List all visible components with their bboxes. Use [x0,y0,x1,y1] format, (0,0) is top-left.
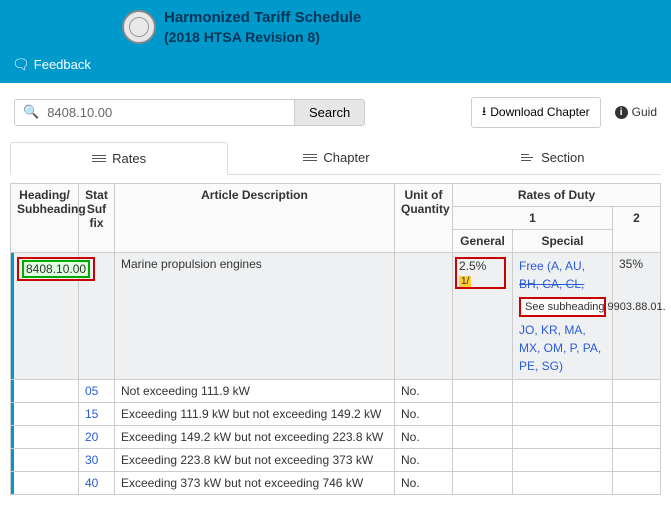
th-rates-group: Rates of Duty [452,183,660,206]
cell-description: Exceeding 149.2 kW but not exceeding 223… [115,425,395,448]
table-row: 40 Exceeding 373 kW but not exceeding 74… [11,471,661,494]
page-title: Harmonized Tariff Schedule (2018 HTSA Re… [164,8,361,46]
cell-general [452,379,512,402]
guide-link[interactable]: i Guid [615,105,657,119]
cell-heading [11,425,79,448]
table-row: 15 Exceeding 111.9 kW but not exceeding … [11,402,661,425]
th-description: Article Description [115,183,395,252]
table-row-main: 8408.10.00 Marine propulsion engines 2.5… [11,252,661,379]
download-icon: ⭳ [482,102,486,123]
cell-description: Not exceeding 111.9 kW [115,379,395,402]
cell-col2 [612,379,660,402]
list-icon [92,155,106,162]
cell-suffix: 30 [79,448,115,471]
search-group: 🔍 Search [14,99,365,126]
speech-bubble-icon: 🗨 [12,56,30,73]
table-header-row-1: Heading/ Subheading Stat Suf fix Article… [11,183,661,206]
tab-rates[interactable]: Rates [10,142,228,175]
cell-suffix: 20 [79,425,115,448]
page-header: Harmonized Tariff Schedule (2018 HTSA Re… [0,0,671,83]
special-text: PE, SG) [519,357,606,375]
cell-suffix: 05 [79,379,115,402]
cell-unit: No. [394,402,452,425]
cell-description: Exceeding 111.9 kW but not exceeding 149… [115,402,395,425]
table-row: 05 Not exceeding 111.9 kW No. [11,379,661,402]
special-text: MX, OM, P, PA, [519,339,606,357]
th-general: General [452,229,512,252]
cell-general: 2.5% 1/ [452,252,512,379]
general-flag: 1/ [459,276,471,287]
cell-general [452,425,512,448]
th-heading: Heading/ Subheading [11,183,79,252]
download-label: Download Chapter [490,105,589,119]
cell-special [512,425,612,448]
tab-rates-label: Rates [112,151,146,166]
cell-col2 [612,448,660,471]
cell-general [452,402,512,425]
feedback-label: Feedback [34,57,91,72]
th-special: Special [512,229,612,252]
tab-bar: Rates Chapter Section [10,142,661,175]
cell-heading [11,379,79,402]
cell-unit: No. [394,471,452,494]
general-value: 2.5% [459,259,486,273]
th-col2: 2 [612,206,660,252]
cell-unit [394,252,452,379]
tariff-table: Heading/ Subheading Stat Suf fix Article… [10,183,661,495]
tab-chapter-label: Chapter [323,150,369,165]
subheading-note: See subheading 9903.88.01. [519,297,606,317]
list-icon [521,154,535,161]
cell-description: Exceeding 373 kW but not exceeding 746 k… [115,471,395,494]
search-field-wrap: 🔍 [14,99,294,126]
cell-special [512,471,612,494]
content-area: Heading/ Subheading Stat Suf fix Article… [0,175,671,507]
search-icon: 🔍 [23,104,39,120]
guide-label: Guid [632,105,657,119]
table-row: 30 Exceeding 223.8 kW but not exceeding … [11,448,661,471]
cell-col2 [612,471,660,494]
cell-col2 [612,402,660,425]
special-text: JO, KR, MA, [519,321,606,339]
cell-special [512,379,612,402]
th-unit: Unit of Quantity [394,183,452,252]
cell-description: Marine propulsion engines [115,252,395,379]
tab-section[interactable]: Section [445,142,661,174]
cell-unit: No. [394,379,452,402]
special-text: Free (A, AU, [519,257,606,275]
cell-description: Exceeding 223.8 kW but not exceeding 373… [115,448,395,471]
table-row: 20 Exceeding 149.2 kW but not exceeding … [11,425,661,448]
seal-icon [122,10,156,44]
feedback-link[interactable]: 🗨 Feedback [12,56,91,73]
toolbar: 🔍 Search ⭳ Download Chapter i Guid [0,83,671,136]
cell-general [452,448,512,471]
cell-unit: No. [394,448,452,471]
cell-general [452,471,512,494]
cell-heading [11,471,79,494]
th-suffix: Stat Suf fix [79,183,115,252]
cell-heading [11,448,79,471]
tab-section-label: Section [541,150,584,165]
search-button[interactable]: Search [294,99,365,126]
cell-suffix: 40 [79,471,115,494]
th-col1: 1 [452,206,612,229]
info-icon: i [615,106,628,119]
search-input[interactable] [45,104,286,121]
cell-unit: No. [394,425,452,448]
cell-col2: 35% [612,252,660,379]
download-chapter-button[interactable]: ⭳ Download Chapter [471,97,601,128]
tab-chapter[interactable]: Chapter [228,142,444,174]
heading-value: 8408.10.00 [22,260,90,278]
cell-special [512,448,612,471]
special-text: BH, CA, CL, [519,275,606,293]
cell-heading: 8408.10.00 [11,252,79,379]
cell-suffix: 15 [79,402,115,425]
cell-special: Free (A, AU, BH, CA, CL, See subheading … [512,252,612,379]
cell-col2 [612,425,660,448]
cell-special [512,402,612,425]
list-icon [303,154,317,161]
cell-heading [11,402,79,425]
